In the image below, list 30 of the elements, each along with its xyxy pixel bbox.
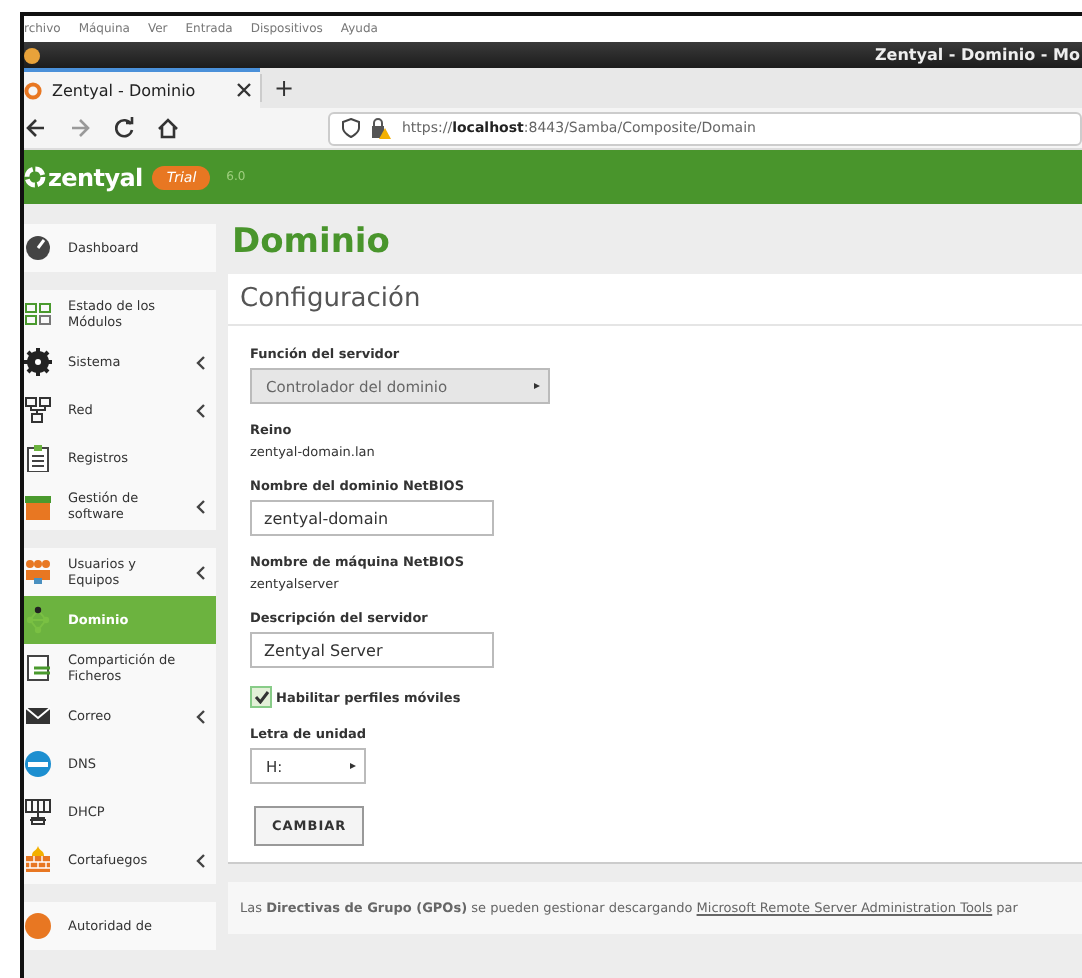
tab-label: Zentyal - Dominio: [52, 81, 198, 99]
close-icon: [236, 82, 252, 98]
new-tab-button[interactable]: +: [260, 74, 307, 102]
forward-icon: [68, 116, 92, 140]
people-icon: [24, 558, 52, 586]
check-icon: [253, 690, 269, 704]
ring-icon: [24, 81, 42, 99]
circle-icon: [24, 47, 40, 63]
window-title: Zentyal - Dominio - Mo: [875, 46, 1080, 64]
checklist-icon: [24, 300, 52, 328]
caret-icon: [534, 380, 542, 392]
section-title: Configuración: [228, 274, 1082, 326]
node-tree-icon: [24, 606, 52, 634]
caret-icon: [350, 760, 359, 772]
logo-text: zentyal: [48, 163, 143, 191]
text-field[interactable]: zentyal-domain: [250, 500, 494, 536]
server-icon: [24, 798, 52, 826]
lock-warning-icon: [370, 117, 392, 139]
reload-icon: [112, 116, 136, 140]
network-icon: [24, 396, 52, 424]
browser-tab[interactable]: Zentyal - Dominio: [24, 68, 260, 108]
checkbox[interactable]: [250, 686, 272, 708]
circle-icon: [24, 912, 52, 940]
page-title: Dominio: [230, 220, 392, 266]
back-icon: [24, 116, 48, 140]
text-field[interactable]: Zentyal Server: [250, 632, 494, 668]
home-icon: [156, 116, 180, 140]
ring-icon: [24, 166, 46, 188]
box-icon: [24, 492, 52, 520]
shield-icon: [342, 118, 360, 138]
